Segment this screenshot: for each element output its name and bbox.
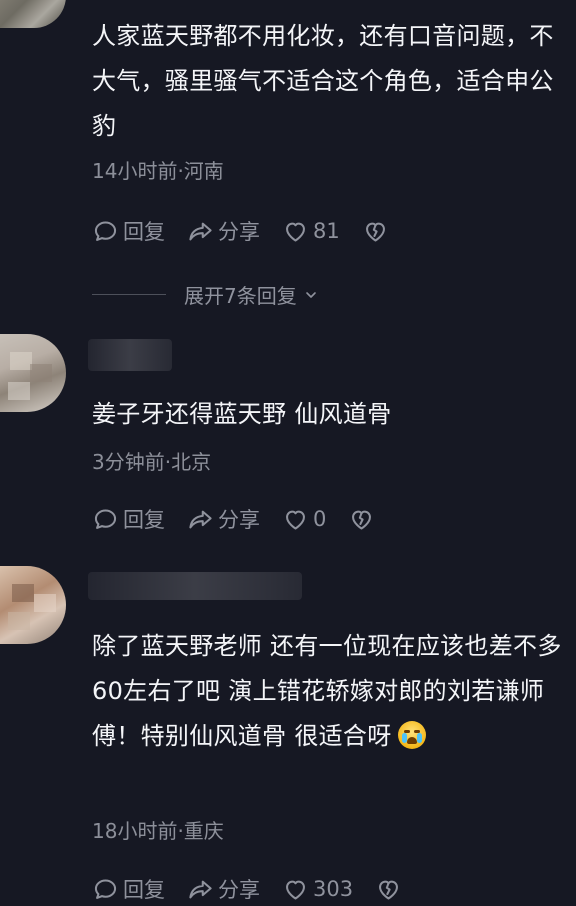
share-label: 分享 xyxy=(218,508,260,532)
emoji-mouth xyxy=(406,737,417,744)
reply-button[interactable]: 回复 xyxy=(92,504,165,534)
like-count: 303 xyxy=(313,877,354,901)
avatar-pixel xyxy=(12,584,34,602)
broken-heart-icon xyxy=(379,880,399,900)
comment-text: 姜子牙还得蓝天野 仙风道骨 xyxy=(92,400,392,428)
avatar-pixel xyxy=(30,364,52,382)
share-label: 分享 xyxy=(218,878,260,902)
dislike-button[interactable] xyxy=(348,506,375,533)
comment-meta: 18小时前·重庆 xyxy=(92,819,224,843)
comment-actions: 回复 分享 0 xyxy=(92,502,375,536)
share-arrow-icon xyxy=(189,880,212,898)
comment-bubble-icon xyxy=(94,220,117,241)
chevron-down-icon xyxy=(305,291,316,298)
avatar-pixel xyxy=(10,352,32,370)
crying-face-emoji xyxy=(397,721,426,749)
username-blurred[interactable] xyxy=(88,572,302,600)
like-count: 0 xyxy=(313,507,327,531)
like-count: 81 xyxy=(313,219,340,243)
tear-right xyxy=(416,733,422,743)
comment-text: 除了蓝天野老师 还有一位现在应该也差不多60左右了吧 演上错花轿嫁对郎的刘若谦师… xyxy=(92,624,562,759)
heart-outline-icon xyxy=(286,510,305,530)
dislike-button[interactable] xyxy=(375,876,402,903)
share-button[interactable]: 分享 xyxy=(187,874,260,904)
broken-heart-icon xyxy=(365,222,385,242)
reply-button[interactable]: 回复 xyxy=(92,216,165,246)
avatar[interactable] xyxy=(0,566,66,644)
tear-left xyxy=(401,733,407,743)
comment-meta: 3分钟前·北京 xyxy=(92,450,212,474)
comment-actions: 回复 分享 303 xyxy=(92,872,402,906)
avatar-pixel xyxy=(8,612,30,630)
share-button[interactable]: 分享 xyxy=(187,216,260,246)
username-blurred[interactable] xyxy=(88,339,172,371)
reply-button[interactable]: 回复 xyxy=(92,874,165,904)
share-arrow-icon xyxy=(189,510,212,528)
comment-text: 人家蓝天野都不用化妆，还有口音问题，不大气，骚里骚气不适合这个角色，适合申公豹 xyxy=(92,22,554,140)
heart-outline-icon xyxy=(286,880,305,900)
reply-label: 回复 xyxy=(123,508,165,532)
avatar-pixel xyxy=(8,382,30,400)
avatar[interactable] xyxy=(0,0,66,28)
expand-text: 展开7条回复 xyxy=(184,284,297,308)
like-button[interactable]: 81 xyxy=(282,218,340,245)
heart-outline-icon xyxy=(286,222,305,242)
expand-replies-label: 展开7条回复 xyxy=(184,280,319,309)
reply-label: 回复 xyxy=(123,220,165,244)
broken-heart-icon xyxy=(352,510,372,530)
avatar-pixel xyxy=(34,594,56,612)
comment-text-content: 除了蓝天野老师 还有一位现在应该也差不多60左右了吧 演上错花轿嫁对郎的刘若谦师… xyxy=(92,632,562,750)
share-arrow-icon xyxy=(189,222,212,240)
comment-bubble-icon xyxy=(94,878,117,899)
dislike-button[interactable] xyxy=(362,218,389,245)
avatar[interactable] xyxy=(0,334,66,412)
expand-replies-button[interactable]: 展开7条回复 xyxy=(92,280,319,309)
like-button[interactable]: 303 xyxy=(282,876,353,903)
share-label: 分享 xyxy=(218,220,260,244)
divider-line xyxy=(92,294,166,295)
share-button[interactable]: 分享 xyxy=(187,504,260,534)
comment-bubble-icon xyxy=(94,508,117,529)
like-button[interactable]: 0 xyxy=(282,506,326,533)
comment-meta: 14小时前·河南 xyxy=(92,159,224,183)
comment-actions: 回复 分享 81 xyxy=(92,214,389,248)
reply-label: 回复 xyxy=(123,878,165,902)
